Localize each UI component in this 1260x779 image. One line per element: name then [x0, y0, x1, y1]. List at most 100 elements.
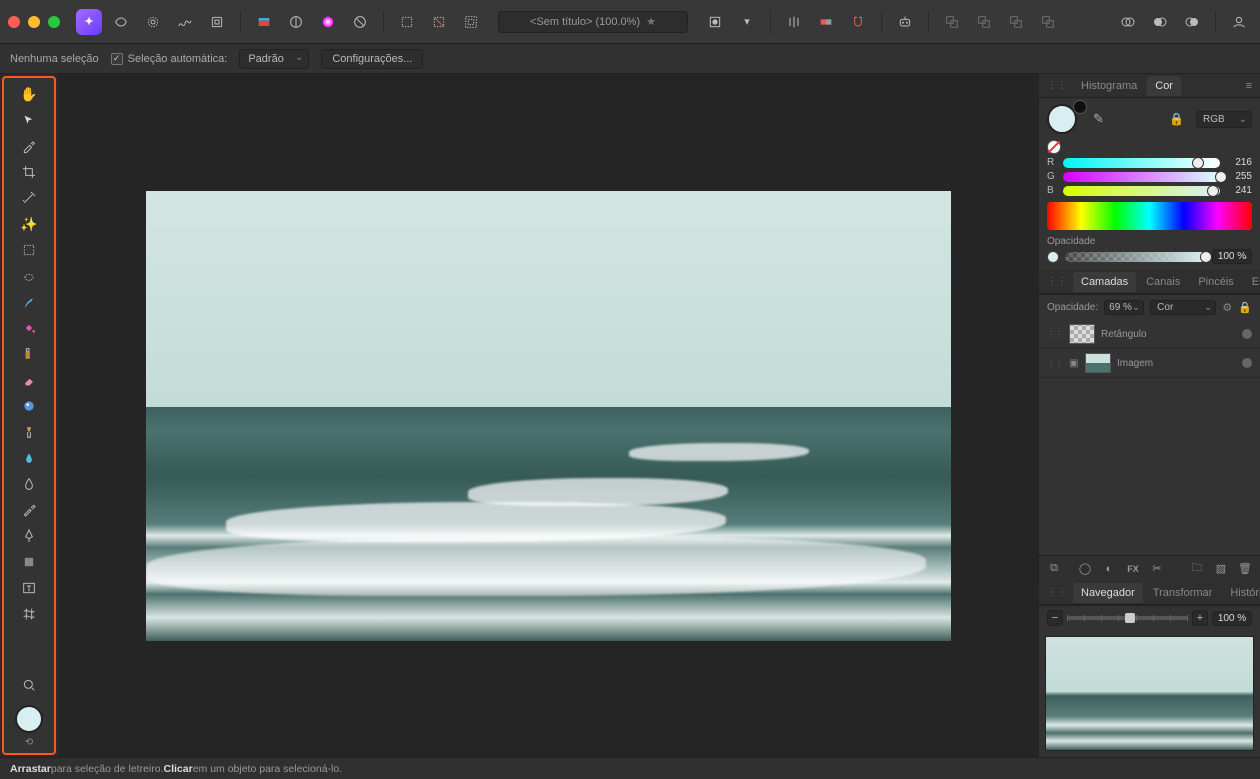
- layer-thumbnail[interactable]: [1069, 324, 1095, 344]
- blur-tool-icon[interactable]: [15, 394, 43, 418]
- pen-tool-icon[interactable]: [15, 524, 43, 548]
- no-color-icon[interactable]: [1047, 140, 1061, 154]
- maximize-window-button[interactable]: [48, 16, 60, 28]
- panel-drag-icon[interactable]: ⋮⋮: [1043, 587, 1071, 598]
- layer-adjust-icon[interactable]: ◐: [1100, 560, 1118, 578]
- dodge-tool-icon[interactable]: [15, 446, 43, 470]
- auto-select-checkbox[interactable]: ✓: [111, 53, 123, 65]
- color-mode-dropdown[interactable]: RGB: [1196, 111, 1252, 128]
- layer-merge-icon[interactable]: ⧉: [1045, 560, 1063, 578]
- adjustment-icon[interactable]: [283, 9, 309, 35]
- tab-channels[interactable]: Canais: [1138, 272, 1188, 292]
- sponge-tool-icon[interactable]: [15, 472, 43, 496]
- panel-menu-icon[interactable]: ≡: [1242, 80, 1256, 92]
- arrange-backward-icon[interactable]: [971, 9, 997, 35]
- lock-icon[interactable]: 🔒: [1169, 112, 1184, 126]
- erase-tool-icon[interactable]: [15, 368, 43, 392]
- eyedropper-tool-icon[interactable]: [15, 498, 43, 522]
- quick-mask-icon[interactable]: [702, 9, 728, 35]
- swap-colors-icon[interactable]: ⟲: [15, 735, 43, 749]
- secondary-color-swatch[interactable]: [1073, 100, 1087, 114]
- mesh-tool-icon[interactable]: [15, 602, 43, 626]
- fill-tool-icon[interactable]: [15, 316, 43, 340]
- tab-history[interactable]: Histórico: [1222, 583, 1260, 603]
- layer-linked-icon[interactable]: ▣: [1069, 358, 1079, 369]
- panel-drag-icon[interactable]: ⋮⋮: [1043, 80, 1071, 91]
- color-picker-tool-icon[interactable]: [15, 134, 43, 158]
- deselect-icon[interactable]: [426, 9, 452, 35]
- freehand-select-tool-icon[interactable]: [15, 264, 43, 288]
- panel-drag-icon[interactable]: ⋮⋮: [1043, 276, 1071, 287]
- color-wheel-icon[interactable]: [315, 9, 341, 35]
- crop-tool-icon[interactable]: [15, 160, 43, 184]
- canvas-viewport[interactable]: [58, 74, 1038, 757]
- move-tool-icon[interactable]: [15, 108, 43, 132]
- shape-tool-icon[interactable]: [15, 550, 43, 574]
- layer-row[interactable]: ⋮⋮ ▣ Imagem: [1039, 349, 1260, 378]
- layer-visibility-toggle[interactable]: [1242, 329, 1252, 339]
- channel-g-slider[interactable]: [1063, 172, 1220, 182]
- opacity-slider[interactable]: [1065, 252, 1206, 262]
- zoom-in-button[interactable]: +: [1192, 610, 1208, 626]
- swatches-icon[interactable]: [251, 9, 277, 35]
- layer-add-icon[interactable]: ▧: [1212, 560, 1230, 578]
- layer-opacity-field[interactable]: 69 %: [1104, 300, 1144, 315]
- layer-fx-icon[interactable]: FX: [1124, 560, 1142, 578]
- tab-color[interactable]: Cor: [1147, 76, 1181, 96]
- layer-options-gear-icon[interactable]: ⚙: [1222, 301, 1232, 314]
- blend-mode-dropdown[interactable]: Cor: [1150, 300, 1216, 315]
- zoom-slider[interactable]: [1067, 616, 1188, 620]
- persona-photo-icon[interactable]: [108, 9, 134, 35]
- tab-stock[interactable]: Estoque: [1244, 272, 1260, 292]
- layer-mask-icon[interactable]: ◯: [1076, 560, 1094, 578]
- retouch-tool-icon[interactable]: [15, 420, 43, 444]
- layer-visibility-toggle[interactable]: [1242, 358, 1252, 368]
- layer-crop-icon[interactable]: ✂: [1148, 560, 1166, 578]
- tab-navigator[interactable]: Navegador: [1073, 583, 1143, 603]
- invert-select-icon[interactable]: [458, 9, 484, 35]
- wand-tool-icon[interactable]: [15, 186, 43, 210]
- opacity-value-field[interactable]: 100 %: [1212, 249, 1252, 264]
- layer-thumbnail[interactable]: [1085, 353, 1111, 373]
- zoom-out-button[interactable]: −: [1047, 610, 1063, 626]
- boolean-intersect-icon[interactable]: [1179, 9, 1205, 35]
- flood-tool-icon[interactable]: ✨: [15, 212, 43, 236]
- minimize-window-button[interactable]: [28, 16, 40, 28]
- tab-layers[interactable]: Camadas: [1073, 272, 1136, 292]
- marquee-tool-icon[interactable]: [15, 238, 43, 262]
- layer-drag-icon[interactable]: ⋮⋮: [1047, 330, 1063, 339]
- channel-b-slider[interactable]: [1063, 186, 1220, 196]
- hand-tool-icon[interactable]: ✋: [15, 82, 43, 106]
- boolean-add-icon[interactable]: [1115, 9, 1141, 35]
- eyedropper-icon[interactable]: ✎: [1093, 111, 1104, 127]
- settings-button[interactable]: Configurações...: [321, 49, 423, 69]
- quick-mask-dd-icon[interactable]: ▾: [734, 9, 760, 35]
- assistant-icon[interactable]: [892, 9, 918, 35]
- favorite-icon[interactable]: ★: [646, 15, 656, 28]
- document-canvas[interactable]: [146, 191, 951, 641]
- arrange-forward-icon[interactable]: [1003, 9, 1029, 35]
- layer-delete-icon[interactable]: 🗑: [1236, 560, 1254, 578]
- layer-row[interactable]: ⋮⋮ Retângulo: [1039, 320, 1260, 349]
- snap-toggle-icon[interactable]: [813, 9, 839, 35]
- align-icon[interactable]: [781, 9, 807, 35]
- tab-brushes[interactable]: Pincéis: [1190, 272, 1241, 292]
- magnet-icon[interactable]: [845, 9, 871, 35]
- layer-drag-icon[interactable]: ⋮⋮: [1047, 359, 1063, 368]
- view-tool-icon[interactable]: [15, 673, 43, 697]
- arrange-back-icon[interactable]: [939, 9, 965, 35]
- document-title-field[interactable]: <Sem título> (100.0%) ★: [498, 11, 688, 33]
- hue-spectrum[interactable]: [1047, 202, 1252, 230]
- boolean-subtract-icon[interactable]: [1147, 9, 1173, 35]
- cancel-adjust-icon[interactable]: [347, 9, 373, 35]
- navigator-preview[interactable]: [1045, 636, 1254, 751]
- layer-group-icon[interactable]: 🗀: [1188, 560, 1206, 578]
- persona-liquify-icon[interactable]: [140, 9, 166, 35]
- select-all-icon[interactable]: [394, 9, 420, 35]
- channel-r-slider[interactable]: [1063, 158, 1220, 168]
- foreground-color-swatch[interactable]: [15, 705, 43, 733]
- close-window-button[interactable]: [8, 16, 20, 28]
- clone-tool-icon[interactable]: [15, 342, 43, 366]
- text-tool-icon[interactable]: [15, 576, 43, 600]
- tab-transform[interactable]: Transformar: [1145, 583, 1221, 603]
